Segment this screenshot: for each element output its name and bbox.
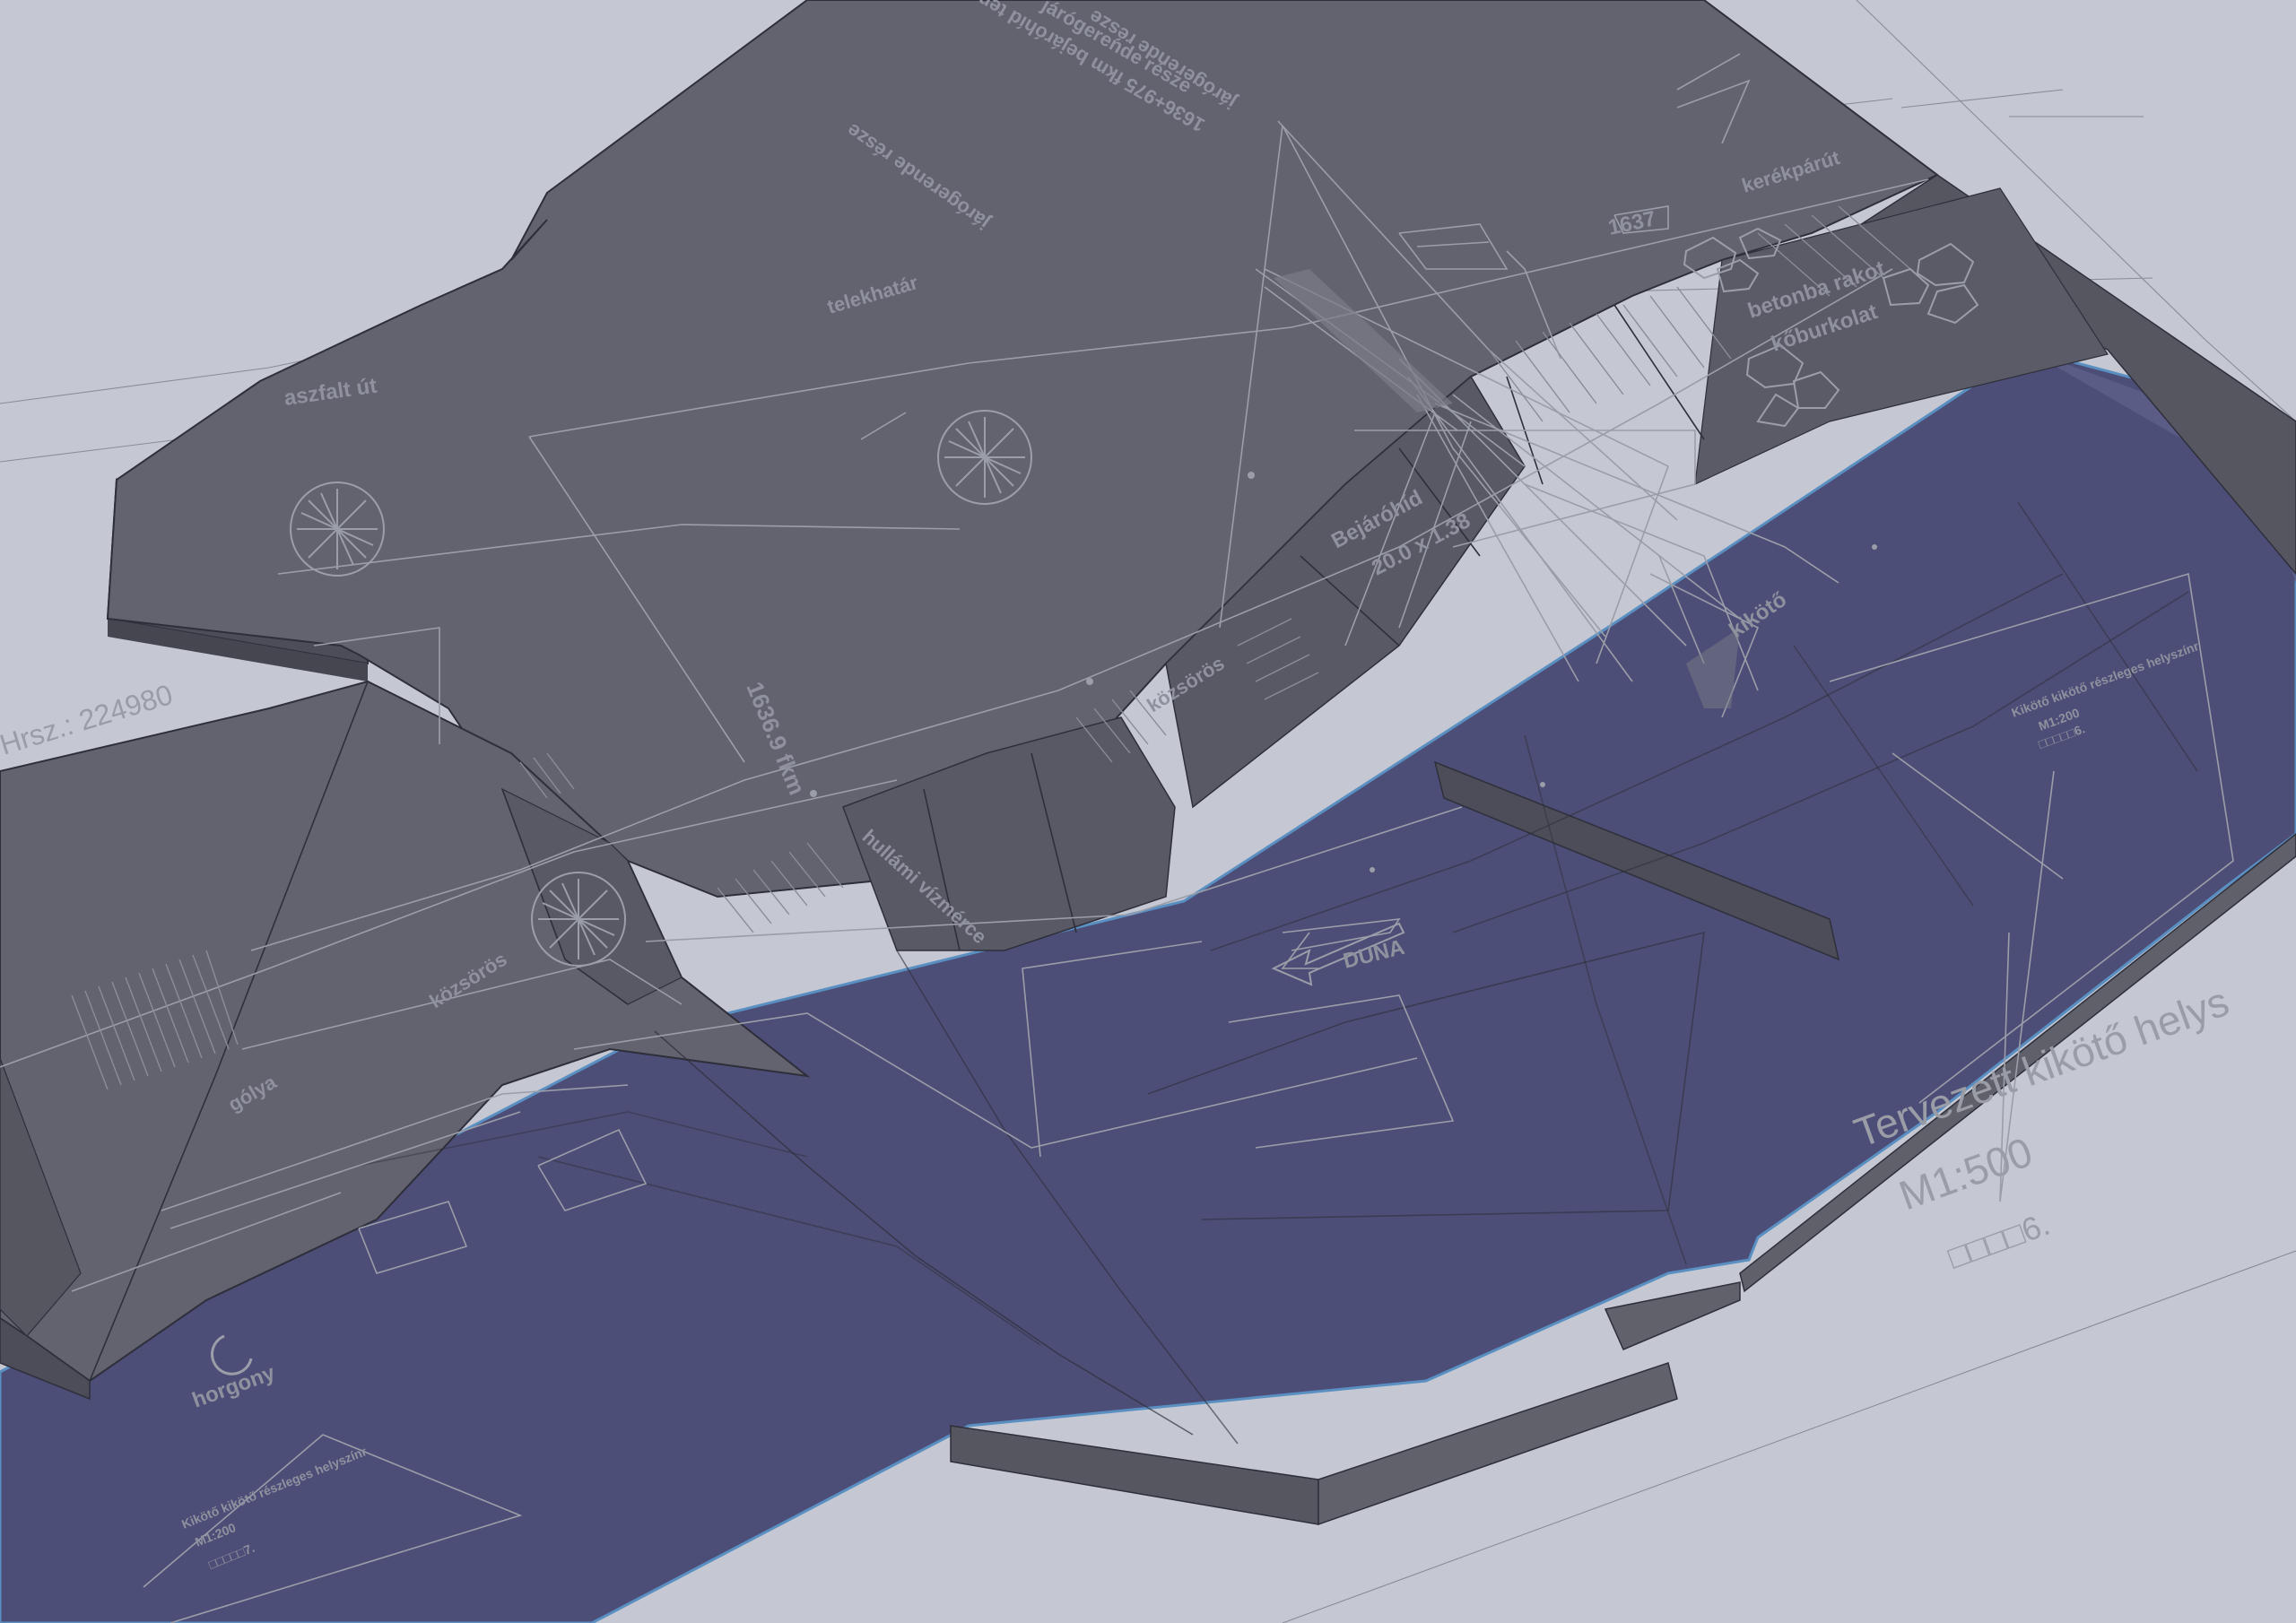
label-code: □□□□6. — [1944, 1205, 2055, 1276]
tree-icon — [290, 482, 385, 577]
tree-icon — [531, 872, 626, 967]
cad-viewport[interactable]: aszfalt út telekhatár Hrsz.: 224980 járó… — [0, 0, 2296, 1623]
tree-icon — [937, 410, 1032, 505]
isometric-site-model[interactable]: aszfalt út telekhatár Hrsz.: 224980 járó… — [0, 0, 2296, 1623]
